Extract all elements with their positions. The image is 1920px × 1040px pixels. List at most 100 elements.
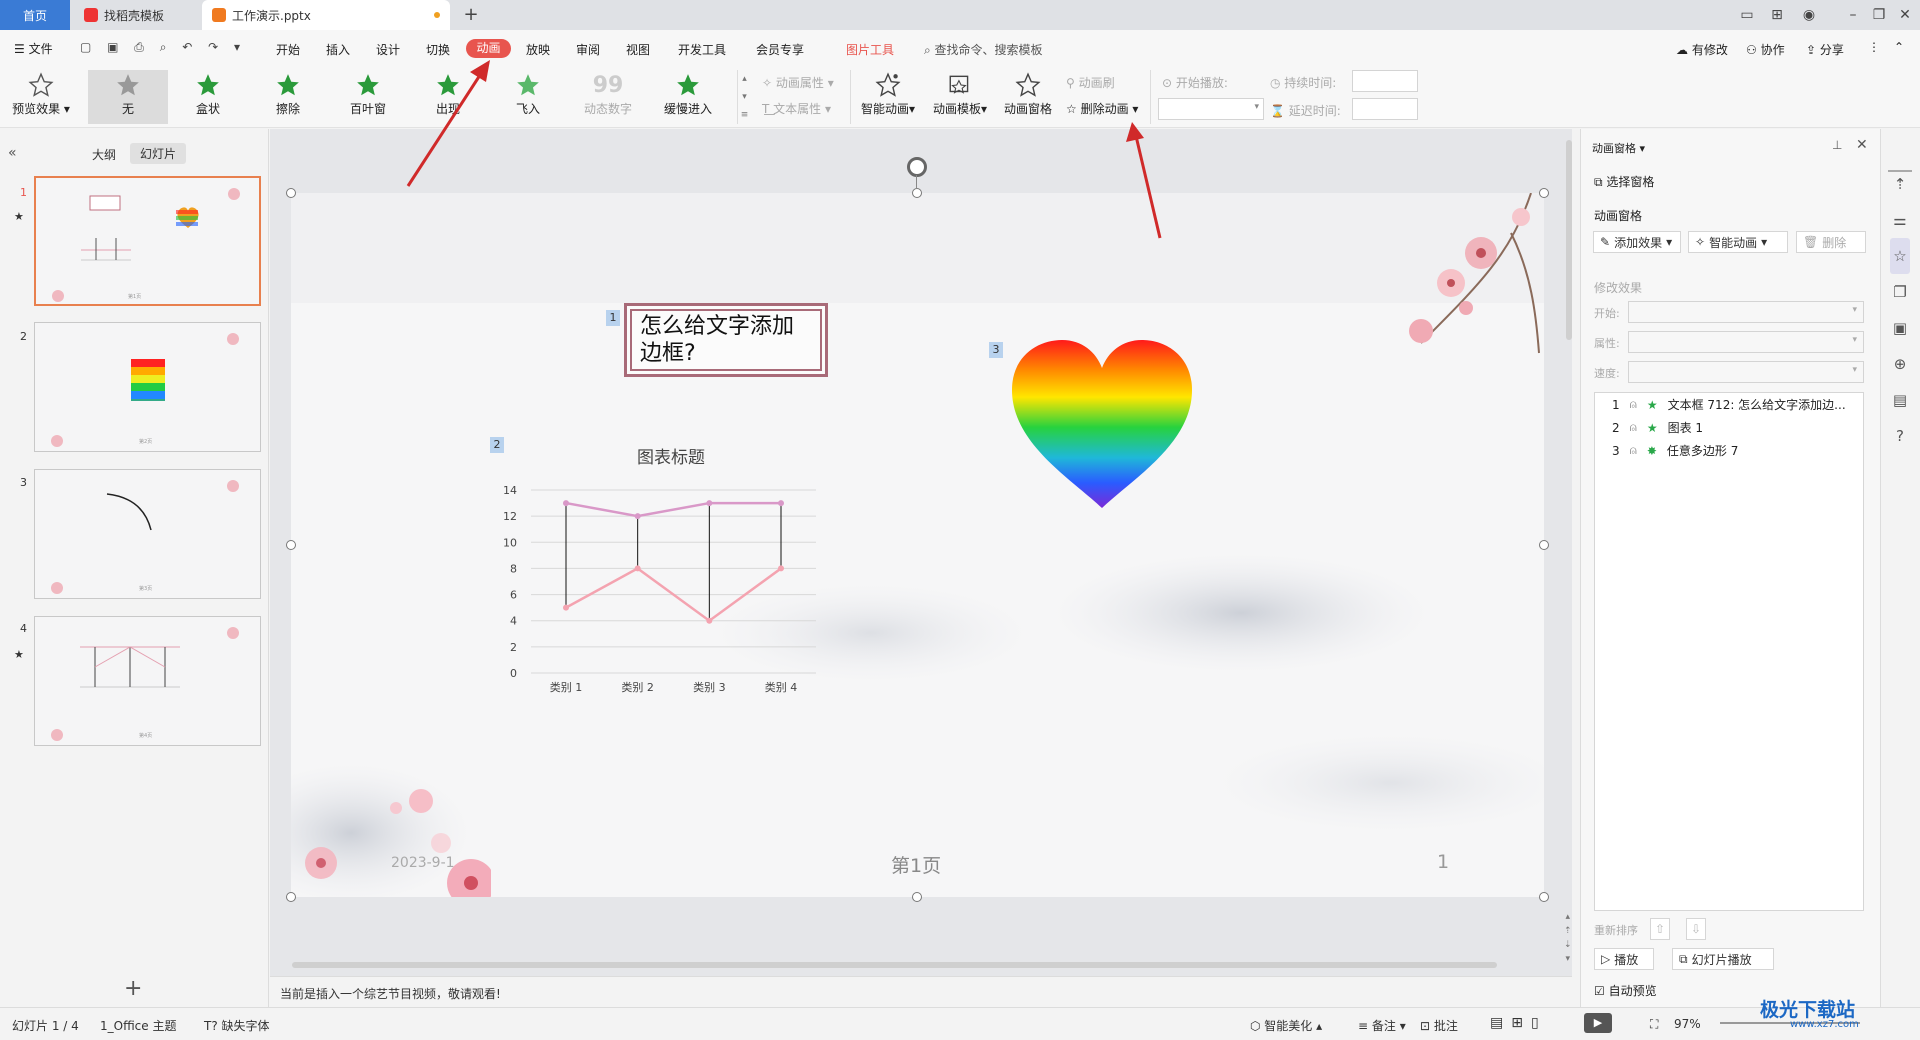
smart-beautify-button[interactable]: ⬡ 智能美化 ▴ <box>1250 1017 1322 1034</box>
collapse-panel-icon[interactable]: « <box>8 145 17 161</box>
close-window-icon[interactable]: ✕ <box>1896 6 1914 24</box>
text-box-with-border[interactable]: 怎么给文字添加边框? <box>624 303 828 377</box>
pin-icon[interactable]: ⊥ <box>1832 138 1842 152</box>
effect-gallery-scroll[interactable]: ▴ ▾ ≡ <box>737 70 751 124</box>
start-play-select[interactable]: ▾ <box>1158 98 1264 120</box>
tab-document[interactable]: 工作演示.pptx <box>202 0 450 30</box>
share-button[interactable]: ⇪ 分享 <box>1806 41 1844 58</box>
duration-input[interactable] <box>1352 70 1418 92</box>
new-tab-plus-icon[interactable]: + <box>462 6 480 24</box>
apps-grid-icon[interactable]: ⊞ <box>1768 6 1786 24</box>
move-down-icon[interactable]: ⇩ <box>1686 918 1706 940</box>
line-chart[interactable]: 图表标题 02468101214类别 1类别 2类别 3类别 4系列 1系列 2 <box>471 443 871 703</box>
text-attr-button[interactable]: T͟ 文本属性 ▾ <box>762 100 831 117</box>
property-select[interactable]: ▾ <box>1628 331 1864 353</box>
slideshow-play-button[interactable]: ⧉ 幻灯片播放 <box>1672 948 1774 970</box>
animation-pane-title[interactable]: 动画窗格 ▾ <box>1592 140 1645 156</box>
menu-view[interactable]: 视图 <box>626 41 650 58</box>
effect-ease-in-button[interactable]: 缓慢进入 <box>648 70 728 124</box>
image-icon[interactable]: ▣ <box>1890 310 1910 346</box>
menu-slideshow[interactable]: 放映 <box>526 41 550 58</box>
speed-select[interactable]: ▾ <box>1628 361 1864 383</box>
collapse-ribbon-icon[interactable]: ⌃ <box>1894 40 1904 54</box>
animation-brush-button[interactable]: ⚲ 动画刷 <box>1066 74 1115 91</box>
close-pane-icon[interactable]: ✕ <box>1856 137 1868 153</box>
animation-list-item[interactable]: 1 ⍝ ★ 文本框 712: 怎么给文字添加边... <box>1612 396 1846 413</box>
text-box-content[interactable]: 怎么给文字添加边框? <box>630 309 822 371</box>
theme-name[interactable]: 1_Office 主题 <box>100 1017 176 1034</box>
rotate-handle-icon[interactable] <box>907 157 927 177</box>
delete-animation-button[interactable]: ☆ 删除动画 ▾ <box>1066 100 1138 117</box>
delay-input[interactable] <box>1352 98 1418 120</box>
collab-button[interactable]: ⚇ 协作 <box>1746 41 1785 58</box>
slide-thumbnail-4[interactable]: 第4页 <box>34 616 261 746</box>
add-effect-button[interactable]: ✎ 添加效果 ▾ <box>1593 231 1681 253</box>
fit-zoom-icon[interactable]: ⛶ <box>1650 1017 1658 1032</box>
notes-text[interactable]: 当前是插入一个综艺节目视频，敬请观看! <box>280 985 501 1002</box>
add-slide-plus-icon[interactable]: + <box>124 976 142 1001</box>
smart-animation-pane-button[interactable]: ✧ 智能动画 ▾ <box>1688 231 1788 253</box>
resize-handle[interactable] <box>1539 540 1549 550</box>
start-select[interactable]: ▾ <box>1628 301 1864 323</box>
animation-pane-button[interactable]: 动画窗格 <box>988 70 1068 124</box>
tab-slides[interactable]: 幻灯片 <box>130 143 187 164</box>
tab-outline[interactable]: 大纲 <box>92 146 116 163</box>
resize-handle[interactable] <box>1539 892 1549 902</box>
resize-handle[interactable] <box>912 188 922 198</box>
menu-picture-tools[interactable]: 图片工具 <box>846 41 894 58</box>
effect-fly-in-button[interactable]: 飞入 <box>488 70 568 124</box>
book-icon[interactable]: ▤ <box>1890 382 1910 418</box>
missing-font-button[interactable]: T? 缺失字体 <box>204 1017 270 1034</box>
preview-effect-button[interactable]: 预览效果 ▾ <box>2 70 80 124</box>
rainbow-heart-shape[interactable] <box>1010 338 1194 510</box>
zoom-level[interactable]: 97% <box>1674 1017 1701 1031</box>
menu-insert[interactable]: 插入 <box>326 41 350 58</box>
slide-thumbnail-2[interactable]: 第2页 <box>34 322 261 452</box>
effect-wipe-button[interactable]: 擦除 <box>248 70 328 124</box>
menu-member[interactable]: 会员专享 <box>756 41 804 58</box>
quick-access-toolbar[interactable]: ▢ ▣ ⎙ ⌕ ↶ ↷ ▾ <box>80 40 246 55</box>
auto-preview-checkbox[interactable]: ☑ 自动预览 <box>1594 982 1657 999</box>
animation-list-item[interactable]: 3 ⍝ ✸ 任意多边形 7 <box>1612 442 1738 459</box>
move-up-icon[interactable]: ⇧ <box>1650 918 1670 940</box>
anim-attr-button[interactable]: ✧ 动画属性 ▾ <box>762 74 834 91</box>
horizontal-scrollbar-thumb[interactable] <box>292 962 1497 968</box>
menu-design[interactable]: 设计 <box>376 41 400 58</box>
effect-dynamic-number-button[interactable]: 99 动态数字 <box>568 70 648 124</box>
sidebar-icons[interactable]: ⇡ ⚌ ☆ ❐ ▣ ⊕ ▤ ? <box>1890 166 1910 454</box>
effect-box-button[interactable]: 盒状 <box>168 70 248 124</box>
smart-animation-button[interactable]: 智能动画▾ <box>848 70 928 124</box>
slide-thumbnail-3[interactable]: 第3页 <box>34 469 261 599</box>
notes-button[interactable]: ≡ 备注 ▾ <box>1358 1017 1406 1034</box>
resize-handle[interactable] <box>1539 188 1549 198</box>
select-pane-button[interactable]: ⧉ 选择窗格 <box>1594 173 1654 190</box>
copy-icon[interactable]: ❐ <box>1890 274 1910 310</box>
rocket-icon[interactable]: ⇡ <box>1890 166 1910 202</box>
tab-home[interactable]: 首页 <box>0 0 70 30</box>
help-icon[interactable]: ? <box>1890 418 1910 454</box>
menu-transition[interactable]: 切换 <box>426 41 450 58</box>
resize-handle[interactable] <box>286 188 296 198</box>
location-icon[interactable]: ⊕ <box>1890 346 1910 382</box>
animation-star-icon[interactable]: ☆ <box>1890 238 1910 274</box>
settings-sliders-icon[interactable]: ⚌ <box>1890 202 1910 238</box>
view-mode-icons[interactable]: ▤⊞▯ <box>1490 1015 1547 1031</box>
minimize-icon[interactable]: – <box>1844 6 1862 24</box>
command-search[interactable]: ⌕ 查找命令、搜索模板 <box>924 41 1043 58</box>
vertical-scrollbar-thumb[interactable] <box>1566 140 1572 340</box>
notes-pane[interactable]: 当前是插入一个综艺节目视频，敬请观看! <box>270 976 1572 1007</box>
user-avatar-icon[interactable]: ◉ <box>1800 6 1818 24</box>
slideshow-play-icon[interactable]: ▶ <box>1584 1013 1612 1033</box>
tab-template[interactable]: 找稻壳模板 <box>74 0 198 30</box>
menu-animation[interactable]: 动画 <box>466 39 511 58</box>
changes-button[interactable]: ☁ 有修改 <box>1676 41 1728 58</box>
menu-start[interactable]: 开始 <box>276 41 300 58</box>
layout-icon[interactable]: ▭ <box>1738 6 1756 24</box>
menu-developer[interactable]: 开发工具 <box>678 41 726 58</box>
comment-button[interactable]: ⊡ 批注 <box>1420 1017 1458 1034</box>
menu-review[interactable]: 审阅 <box>576 41 600 58</box>
slide-thumbnail-1[interactable]: 第1页 <box>34 176 261 306</box>
page-nav-arrows[interactable]: ▴ ⇡ ⇣ ▾ <box>1564 910 1572 966</box>
slide-1[interactable]: 怎么给文字添加边框? 1 2 3 图表标题 0 2 4 6 8 10 12 14 类别 1 类别 … <box>291 193 1544 897</box>
resize-handle[interactable] <box>286 892 296 902</box>
